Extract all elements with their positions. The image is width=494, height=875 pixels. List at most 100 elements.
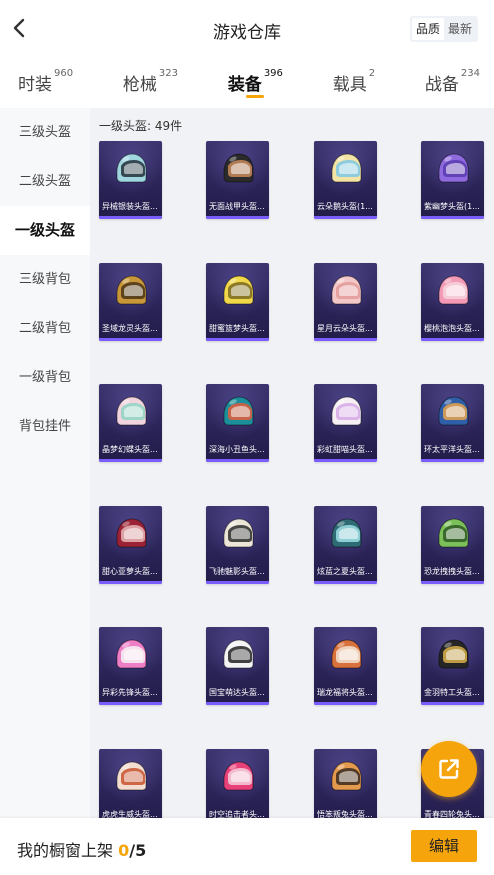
item-card[interactable]: 瑞龙福将头盔... xyxy=(314,627,377,705)
tab-vehicles[interactable]: 载具2 xyxy=(333,58,375,108)
item-name: 圣域龙灵头盔... xyxy=(102,324,158,333)
tab-fashion[interactable]: 时装960 xyxy=(18,58,73,108)
helmet-icon xyxy=(223,761,254,791)
item-name: 炫蓝之夏头盔... xyxy=(317,567,373,576)
helmet-icon xyxy=(223,396,254,426)
item-name: 飞驰魅影头盔... xyxy=(209,567,265,576)
tab-count: 2 xyxy=(368,68,376,79)
item-card[interactable]: 樱桃泡泡头盔... xyxy=(421,263,484,341)
showcase-count: 0 xyxy=(118,841,130,860)
tab-equipment[interactable]: 装备396 xyxy=(228,58,283,108)
item-name: 深海小丑鱼头... xyxy=(209,445,265,454)
item-name: 云朵鹅头盔(1... xyxy=(317,202,373,211)
item-name: 紫幽梦头盔(1... xyxy=(424,202,480,211)
sort-quality-option[interactable]: 品质 xyxy=(411,18,444,40)
item-card[interactable]: 彩虹甜喵头盔... xyxy=(314,384,377,462)
showcase-total: /5 xyxy=(129,841,147,860)
item-card[interactable]: 无面战甲头盔... xyxy=(206,141,269,219)
tab-count: 323 xyxy=(158,68,178,79)
helmet-icon xyxy=(116,153,147,183)
item-name: 青春四轮兔头... xyxy=(424,810,480,818)
helmet-icon xyxy=(331,275,362,305)
quality-bar xyxy=(206,702,269,705)
tab-label: 枪械 xyxy=(122,75,157,95)
item-card[interactable]: 甜心亚萝头盔... xyxy=(99,506,162,584)
item-name: 异彩先锋头盔... xyxy=(102,688,158,697)
edit-button[interactable]: 编辑 xyxy=(411,830,477,862)
item-card[interactable]: 深海小丑鱼头... xyxy=(206,384,269,462)
quality-bar xyxy=(99,459,162,462)
tab-weapons[interactable]: 枪械323 xyxy=(123,58,178,108)
item-card[interactable]: 金羽特工头盔... xyxy=(421,627,484,705)
tab-label: 战备 xyxy=(424,75,459,95)
item-card[interactable]: 环太平洋头盔... xyxy=(421,384,484,462)
item-name: 甜蜜篮梦头盔... xyxy=(209,324,265,333)
helmet-icon xyxy=(438,153,469,183)
sidebar-item-level2-helmet[interactable]: 二级头盔 xyxy=(0,157,90,206)
quality-bar xyxy=(206,216,269,219)
quality-bar xyxy=(206,581,269,584)
item-name: 金羽特工头盔... xyxy=(424,688,480,697)
item-card[interactable]: 悟笨叛兔头盔... xyxy=(314,749,377,818)
item-card[interactable]: 晶梦幻蝶头盔... xyxy=(99,384,162,462)
warehouse-app: 游戏仓库 品质 最新 时装960 枪械323 装备396 载具2 战备234 三… xyxy=(0,0,494,875)
helmet-icon xyxy=(223,153,254,183)
quality-bar xyxy=(99,702,162,705)
quality-bar xyxy=(99,216,162,219)
helmet-icon xyxy=(223,639,254,669)
item-name: 环太平洋头盔... xyxy=(424,445,480,454)
header: 游戏仓库 品质 最新 xyxy=(0,0,494,58)
helmet-icon xyxy=(438,639,469,669)
item-name: 悟笨叛兔头盔... xyxy=(317,810,373,818)
showcase-label: 我的橱窗上架 xyxy=(17,841,114,860)
quality-bar xyxy=(314,702,377,705)
quality-bar xyxy=(421,459,484,462)
helmet-icon xyxy=(438,518,469,548)
active-tab-indicator xyxy=(246,95,265,98)
item-name: 瑞龙福将头盔... xyxy=(317,688,373,697)
tab-count: 396 xyxy=(263,68,283,79)
item-card[interactable]: 甜蜜篮梦头盔... xyxy=(206,263,269,341)
item-card[interactable]: 虎虎生威头盔... xyxy=(99,749,162,818)
sidebar-item-level3-backpack[interactable]: 三级背包 xyxy=(0,255,90,304)
share-button[interactable] xyxy=(421,741,477,797)
helmet-icon xyxy=(116,275,147,305)
quality-bar xyxy=(99,338,162,341)
item-card[interactable]: 异械银装头盔... xyxy=(99,141,162,219)
sidebar-item-level1-backpack[interactable]: 一级背包 xyxy=(0,353,90,402)
item-name: 甜心亚萝头盔... xyxy=(102,567,158,576)
quality-bar xyxy=(314,581,377,584)
helmet-icon xyxy=(116,396,147,426)
item-name: 彩虹甜喵头盔... xyxy=(317,445,373,454)
tab-supplies[interactable]: 战备234 xyxy=(425,58,480,108)
sidebar-item-level1-helmet[interactable]: 一级头盔 xyxy=(0,206,90,255)
item-name: 恐龙拽拽头盔... xyxy=(424,567,480,576)
item-card[interactable]: 星月云朵头盔... xyxy=(314,263,377,341)
item-card[interactable]: 飞驰魅影头盔... xyxy=(206,506,269,584)
footer-bar: 我的橱窗上架 0/5 编辑 xyxy=(0,818,494,875)
sidebar-item-level2-backpack[interactable]: 二级背包 xyxy=(0,304,90,353)
sort-newest-option[interactable]: 最新 xyxy=(444,18,476,40)
category-tabs: 时装960 枪械323 装备396 载具2 战备234 xyxy=(0,58,494,108)
item-card[interactable]: 炫蓝之夏头盔... xyxy=(314,506,377,584)
item-content: 一级头盔: 49件 异械银装头盔... 无面战甲头盔... 云朵鹅头盔(1... 紫幽… xyxy=(90,108,494,818)
item-name: 异械银装头盔... xyxy=(102,202,158,211)
item-card[interactable]: 紫幽梦头盔(1... xyxy=(421,141,484,219)
item-card[interactable]: 国宝萌达头盔... xyxy=(206,627,269,705)
quality-bar xyxy=(314,338,377,341)
item-name: 晶梦幻蝶头盔... xyxy=(102,445,158,454)
helmet-icon xyxy=(331,639,362,669)
showcase-status: 我的橱窗上架 0/5 xyxy=(17,837,146,861)
quality-bar xyxy=(421,216,484,219)
sidebar-item-backpack-pendant[interactable]: 背包挂件 xyxy=(0,402,90,451)
tab-label: 载具 xyxy=(332,75,367,95)
helmet-icon xyxy=(331,761,362,791)
item-name: 樱桃泡泡头盔... xyxy=(424,324,480,333)
item-card[interactable]: 时空追击者头... xyxy=(206,749,269,818)
item-card[interactable]: 圣域龙灵头盔... xyxy=(99,263,162,341)
item-card[interactable]: 云朵鹅头盔(1... xyxy=(314,141,377,219)
quality-bar xyxy=(314,216,377,219)
sidebar-item-level3-helmet[interactable]: 三级头盔 xyxy=(0,108,90,157)
item-card[interactable]: 异彩先锋头盔... xyxy=(99,627,162,705)
item-card[interactable]: 恐龙拽拽头盔... xyxy=(421,506,484,584)
